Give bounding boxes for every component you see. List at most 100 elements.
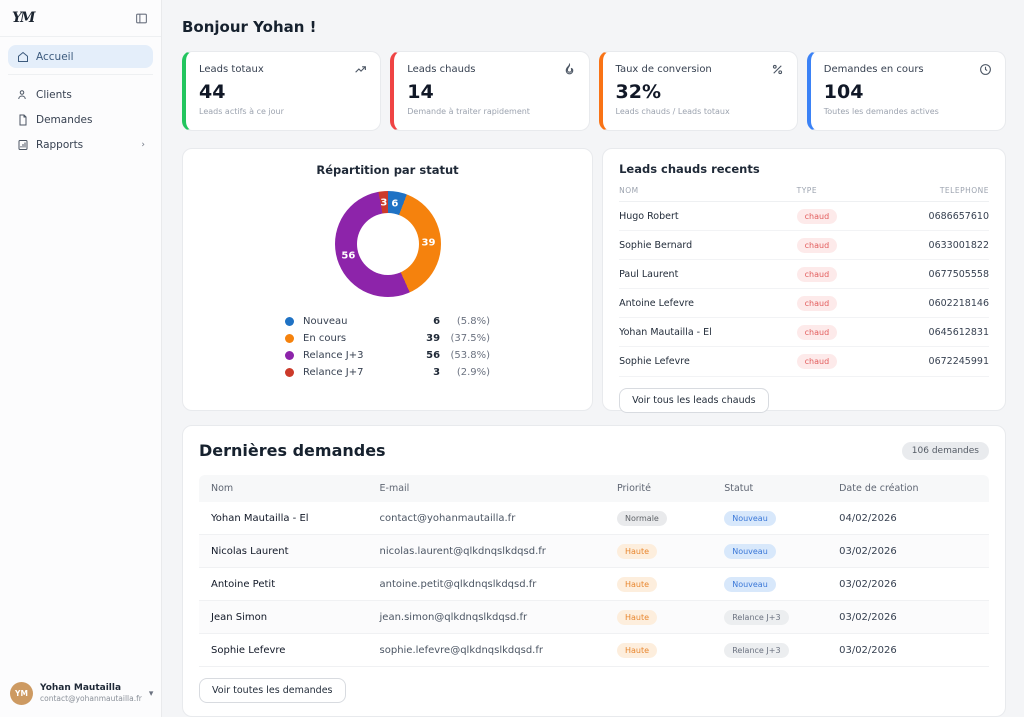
- hot-lead-row[interactable]: Sophie Lefevrechaud0672245991: [619, 347, 989, 376]
- priority-badge: Haute: [617, 544, 657, 559]
- view-all-requests-button[interactable]: Voir toutes les demandes: [199, 678, 346, 703]
- stat-title: Taux de conversion: [616, 64, 712, 75]
- lead-type: chaud: [797, 238, 901, 253]
- column-header: Date de création: [839, 483, 977, 494]
- legend-dot: [285, 351, 294, 360]
- trending-up-icon: [354, 63, 367, 76]
- sidebar-item-rapports[interactable]: Rapports›: [8, 133, 153, 156]
- column-header: TELEPHONE: [900, 186, 989, 195]
- stat-subtitle: Demande à traiter rapidement: [407, 107, 575, 116]
- sidebar-item-clients[interactable]: Clients: [8, 83, 153, 106]
- request-name: Jean Simon: [211, 612, 380, 623]
- chart-legend: Nouveau6(5.8%)En cours39(37.5%)Relance J…: [285, 313, 490, 381]
- stat-subtitle: Toutes les demandes actives: [824, 107, 992, 116]
- sidebar-nav: Accueil ClientsDemandesRapports›: [0, 37, 161, 158]
- lead-type: chaud: [797, 325, 901, 340]
- app-logo: YM: [12, 10, 34, 26]
- request-priority: Haute: [617, 610, 724, 625]
- request-status: Nouveau: [724, 511, 839, 526]
- column-header: Statut: [724, 483, 839, 494]
- legend-item: Nouveau6(5.8%): [285, 313, 490, 330]
- donut-segment-label: 56: [341, 251, 355, 262]
- column-header: E-mail: [380, 483, 617, 494]
- user-menu[interactable]: YM Yohan Mautailla contact@yohanmautaill…: [0, 672, 161, 717]
- request-row[interactable]: Antoine Petitantoine.petit@qlkdnqslkdqsd…: [199, 568, 989, 601]
- column-header: Priorité: [617, 483, 724, 494]
- legend-label: En cours: [303, 333, 420, 344]
- request-date: 03/02/2026: [839, 546, 977, 557]
- stat-card: Taux de conversion 32% Leads chauds / Lead…: [599, 51, 798, 131]
- stat-value: 32%: [616, 83, 784, 102]
- sidebar: YM Accueil ClientsDemandesRapports› YM Yo…: [0, 0, 162, 717]
- lead-phone: 0645612831: [900, 327, 989, 338]
- legend-percent: (5.8%): [444, 316, 490, 327]
- request-row[interactable]: Nicolas Laurentnicolas.laurent@qlkdnqslk…: [199, 535, 989, 568]
- lead-type: chaud: [797, 296, 901, 311]
- donut-chart: 639563: [197, 191, 578, 297]
- donut-segment-label: 3: [380, 198, 387, 209]
- request-row[interactable]: Yohan Mautailla - Elcontact@yohanmautail…: [199, 502, 989, 535]
- request-priority: Haute: [617, 577, 724, 592]
- stat-card: Leads chauds14Demande à traiter rapideme…: [390, 51, 589, 131]
- priority-badge: Haute: [617, 577, 657, 592]
- stat-subtitle: Leads actifs à ce jour: [199, 107, 367, 116]
- column-header: Nom: [211, 483, 380, 494]
- request-email: jean.simon@qlkdnqslkdqsd.fr: [380, 612, 617, 623]
- legend-label: Relance J+7: [303, 367, 420, 378]
- request-status: Nouveau: [724, 544, 839, 559]
- type-badge: chaud: [797, 325, 838, 340]
- avatar: YM: [10, 682, 33, 705]
- stat-cards: Leads totaux 44 Leads actifs à ce jour Lead…: [182, 51, 1006, 131]
- column-header: NOM: [619, 186, 797, 195]
- stat-subtitle: Leads chauds / Leads totaux: [616, 107, 784, 116]
- request-name: Antoine Petit: [211, 579, 380, 590]
- request-date: 03/02/2026: [839, 645, 977, 656]
- lead-name: Antoine Lefevre: [619, 298, 797, 309]
- request-row[interactable]: Sophie Lefevresophie.lefevre@qlkdnqslkdq…: [199, 634, 989, 667]
- lead-type: chaud: [797, 209, 901, 224]
- request-date: 03/02/2026: [839, 579, 977, 590]
- request-name: Sophie Lefevre: [211, 645, 380, 656]
- legend-dot: [285, 334, 294, 343]
- lead-phone: 0677505558: [900, 269, 989, 280]
- chevron-right-icon: ›: [141, 140, 145, 150]
- lead-type: chaud: [797, 267, 901, 282]
- status-distribution-card: Répartition par statut 639563 Nouveau6(5…: [182, 148, 593, 411]
- type-badge: chaud: [797, 354, 838, 369]
- type-badge: chaud: [797, 296, 838, 311]
- request-date: 04/02/2026: [839, 513, 977, 524]
- legend-item: Relance J+356(53.8%): [285, 347, 490, 364]
- request-date: 03/02/2026: [839, 612, 977, 623]
- stat-title: Leads totaux: [199, 64, 264, 75]
- request-priority: Haute: [617, 544, 724, 559]
- hot-lead-row[interactable]: Yohan Mautailla - Elchaud 0645612831: [619, 318, 989, 347]
- stat-title: Demandes en cours: [824, 64, 924, 75]
- lead-phone: 0602218146: [900, 298, 989, 309]
- type-badge: chaud: [797, 238, 838, 253]
- lead-name: Yohan Mautailla - El: [619, 327, 797, 338]
- sidebar-collapse-icon[interactable]: [133, 10, 149, 26]
- request-email: antoine.petit@qlkdnqslkdqsd.fr: [380, 579, 617, 590]
- stat-title: Leads chauds: [407, 64, 475, 75]
- sidebar-item-accueil[interactable]: Accueil: [8, 45, 153, 68]
- request-row[interactable]: Jean Simonjean.simon@qlkdnqslkdqsd.frHau…: [199, 601, 989, 634]
- request-priority: Normale: [617, 511, 724, 526]
- legend-item: En cours39(37.5%): [285, 330, 490, 347]
- stat-value: 44: [199, 83, 367, 102]
- view-all-hot-leads-button[interactable]: Voir tous les leads chauds: [619, 388, 769, 413]
- hot-lead-row[interactable]: Hugo Robertchaud0686657610: [619, 202, 989, 231]
- sidebar-item-demandes[interactable]: Demandes: [8, 108, 153, 131]
- percent-icon: [771, 63, 784, 76]
- stat-card: Demandes en cours104Toutes les demandes …: [807, 51, 1006, 131]
- lead-type: chaud: [797, 354, 901, 369]
- type-badge: chaud: [797, 209, 838, 224]
- requests-title: Dernières demandes: [199, 441, 386, 460]
- donut-segment-label: 6: [391, 198, 398, 209]
- hot-lead-row[interactable]: Paul Laurentchaud0677505558: [619, 260, 989, 289]
- legend-dot: [285, 317, 294, 326]
- hot-lead-row[interactable]: Sophie Bernardchaud0633001822: [619, 231, 989, 260]
- lead-name: Paul Laurent: [619, 269, 797, 280]
- hot-lead-row[interactable]: Antoine Lefevrechaud 0602218146: [619, 289, 989, 318]
- sidebar-item-label: Accueil: [36, 51, 74, 63]
- main-content: Bonjour Yohan ! Leads totaux44Leads acti…: [162, 0, 1024, 717]
